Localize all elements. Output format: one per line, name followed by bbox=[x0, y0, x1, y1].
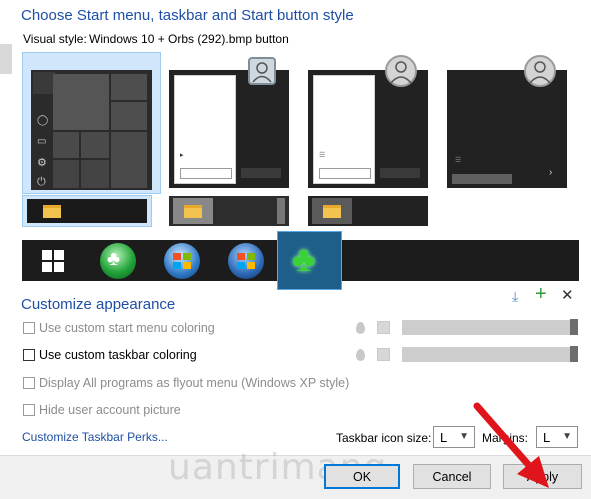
option-start-menu-coloring[interactable]: Use custom start menu coloring bbox=[23, 321, 215, 335]
checkbox[interactable] bbox=[23, 377, 35, 389]
taskbar-opacity-slider[interactable] bbox=[402, 346, 578, 362]
style-option-windows10[interactable]: ◯ ▭ ⚙ ⏻ bbox=[22, 52, 161, 194]
start-menu-color-swatch[interactable] bbox=[377, 321, 390, 334]
option-taskbar-coloring[interactable]: Use custom taskbar coloring bbox=[23, 348, 197, 362]
icon-size-value: L bbox=[440, 429, 448, 445]
option-hide-user-picture[interactable]: Hide user account picture bbox=[23, 403, 181, 417]
user-icon bbox=[248, 57, 276, 85]
slider-thumb[interactable] bbox=[570, 346, 578, 362]
windows7-orb-button[interactable] bbox=[164, 243, 200, 279]
plus-icon[interactable]: + bbox=[535, 283, 547, 306]
windows-logo-icon[interactable] bbox=[42, 250, 64, 275]
checkbox[interactable] bbox=[23, 404, 35, 416]
option-label: Hide user account picture bbox=[39, 403, 181, 417]
option-label: Use custom start menu coloring bbox=[39, 321, 215, 335]
windows7-menu-preview: ▸ bbox=[174, 75, 236, 184]
appearance-title: Customize appearance bbox=[21, 296, 176, 313]
folder-icon bbox=[43, 205, 61, 218]
checkbox[interactable] bbox=[23, 349, 35, 361]
taskbar-style-2[interactable] bbox=[169, 196, 289, 226]
style-option-two-column[interactable]: ☰ bbox=[308, 70, 428, 188]
power-icon: ⏻ bbox=[37, 176, 46, 188]
windows10-menu-preview: ◯ ▭ ⚙ ⏻ bbox=[31, 70, 152, 190]
two-column-menu-preview: ☰ bbox=[313, 75, 375, 184]
color-drop-icon bbox=[356, 322, 365, 334]
close-icon[interactable]: ✕ bbox=[561, 286, 574, 304]
option-flyout-menu[interactable]: Display All programs as flyout menu (Win… bbox=[23, 376, 349, 390]
taskbar-style-1[interactable] bbox=[22, 195, 152, 227]
page-title: Choose Start menu, taskbar and Start but… bbox=[21, 7, 354, 24]
shamrock-icon: ♣ bbox=[292, 238, 316, 279]
user-icon bbox=[385, 55, 417, 87]
taskbar-color-swatch[interactable] bbox=[377, 348, 390, 361]
left-scrollbar[interactable] bbox=[0, 44, 12, 74]
checkbox[interactable] bbox=[23, 322, 35, 334]
user-icon: ◯ bbox=[37, 115, 49, 126]
shamrock-orb-button[interactable]: ♣ bbox=[100, 243, 136, 279]
windows-orb-button[interactable] bbox=[228, 243, 264, 279]
start-button-picker: ♣ ♣ bbox=[22, 231, 579, 290]
customize-taskbar-perks-link[interactable]: Customize Taskbar Perks... bbox=[22, 430, 168, 444]
visual-style-label: Visual style: bbox=[23, 32, 87, 46]
red-arrow-annotation bbox=[473, 402, 549, 488]
chevron-down-icon: ▼ bbox=[562, 431, 572, 442]
visual-style-value: Windows 10 + Orbs (292).bmp button bbox=[89, 32, 289, 46]
ok-button[interactable]: OK bbox=[324, 464, 400, 489]
gear-icon: ⚙ bbox=[37, 157, 47, 169]
folder-icon bbox=[184, 205, 202, 218]
style-option-one-column[interactable]: ☰ › bbox=[447, 70, 567, 188]
slider-thumb[interactable] bbox=[570, 319, 578, 335]
option-label: Display All programs as flyout menu (Win… bbox=[39, 376, 350, 390]
icon-size-label: Taskbar icon size: bbox=[336, 431, 432, 445]
start-menu-opacity-slider[interactable] bbox=[402, 319, 578, 335]
selected-orb-highlight[interactable]: ♣ bbox=[277, 231, 342, 290]
taskbar-style-3[interactable] bbox=[308, 196, 428, 226]
download-icon[interactable]: ⤓ bbox=[512, 288, 518, 305]
style-option-windows7[interactable]: ▸ bbox=[169, 70, 289, 188]
folder-icon: ▭ bbox=[37, 136, 47, 147]
user-icon bbox=[524, 55, 556, 87]
folder-icon bbox=[323, 205, 341, 218]
shamrock-icon: ♣ bbox=[107, 248, 121, 270]
option-label: Use custom taskbar coloring bbox=[39, 348, 197, 362]
color-drop-icon bbox=[356, 349, 365, 361]
